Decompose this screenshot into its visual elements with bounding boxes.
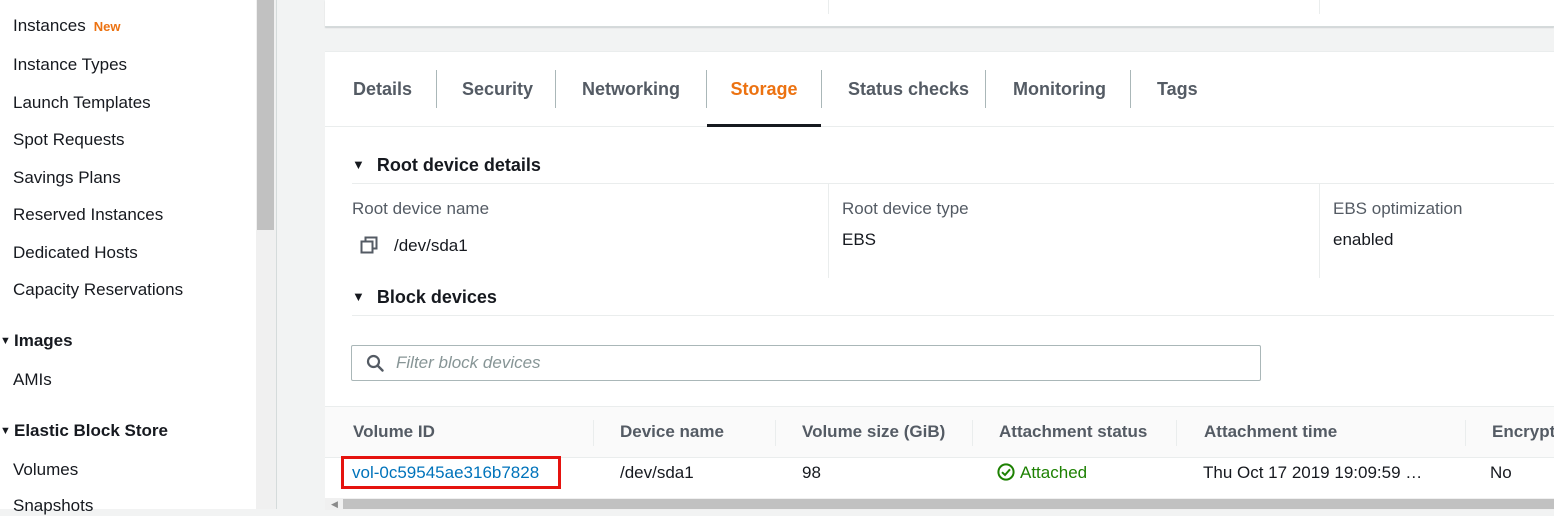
column-divider[interactable] [593, 420, 594, 446]
check-circle-icon [997, 463, 1015, 481]
divider [828, 184, 829, 278]
sidebar-item-dedicated-hosts[interactable]: Dedicated Hosts [13, 243, 138, 263]
column-header-device-name[interactable]: Device name [620, 407, 724, 457]
sidebar-item-capacity-reservations[interactable]: Capacity Reservations [13, 280, 183, 300]
sidebar-item-spot-requests[interactable]: Spot Requests [13, 130, 125, 150]
root-device-type-value: EBS [842, 230, 877, 249]
tab-storage[interactable]: Storage [707, 52, 821, 127]
table-horizontal-scrollbar[interactable]: ◀ [325, 498, 1554, 510]
instance-detail-panel: Details Security Networking Storage Stat… [325, 51, 1554, 510]
ebs-optimization-value: enabled [1333, 230, 1394, 249]
column-divider[interactable] [1176, 420, 1177, 446]
column-header-attachment-time[interactable]: Attachment time [1204, 407, 1337, 457]
section-title: Block devices [376, 287, 497, 307]
tab-divider [555, 70, 556, 108]
summary-card [325, 0, 1554, 27]
column-header-attachment-status[interactable]: Attachment status [999, 407, 1147, 457]
tab-monitoring[interactable]: Monitoring [1013, 52, 1106, 126]
sidebar-section-label: Elastic Block Store [14, 421, 169, 440]
divider [352, 315, 1554, 316]
sidebar-item-reserved-instances[interactable]: Reserved Instances [13, 205, 163, 225]
caret-down-icon: ▼ [352, 157, 365, 172]
column-divider[interactable] [1465, 420, 1466, 446]
tab-bar: Details Security Networking Storage Stat… [325, 52, 1554, 127]
tab-networking[interactable]: Networking [582, 52, 680, 126]
table-row-volume-size: 98 [802, 463, 821, 482]
tab-security[interactable]: Security [462, 52, 533, 126]
volume-id-link[interactable]: vol-0c59545ae316b7828 [352, 463, 539, 482]
table-row-attachment-time: Thu Oct 17 2019 19:09:59 … [1203, 463, 1423, 482]
tab-divider [436, 70, 437, 108]
block-devices-table-header: Volume ID Device name Volume size (GiB) … [325, 406, 1554, 458]
tab-divider [1130, 70, 1131, 108]
divider [1319, 0, 1320, 14]
table-row-volume-id: vol-0c59545ae316b7828 [352, 463, 539, 483]
sidebar-item-snapshots[interactable]: Snapshots [13, 496, 93, 516]
column-header-volume-size[interactable]: Volume size (GiB) [802, 407, 945, 457]
sidebar-section-images[interactable]: ▼ Images [0, 331, 73, 351]
copy-icon[interactable] [360, 236, 378, 254]
new-badge: New [93, 19, 121, 34]
filter-input[interactable] [396, 346, 1246, 380]
caret-down-icon: ▼ [0, 335, 11, 347]
sidebar-item-amis[interactable]: AMIs [13, 370, 52, 390]
table-row-device-name: /dev/sda1 [620, 463, 694, 482]
root-device-type-label: Root device type [842, 199, 969, 218]
column-divider[interactable] [775, 420, 776, 446]
table-row-attachment-status: Attached [997, 463, 1087, 483]
sidebar-item-volumes[interactable]: Volumes [13, 460, 78, 480]
ebs-optimization-label: EBS optimization [1333, 199, 1463, 218]
tab-details[interactable]: Details [353, 52, 412, 126]
scrollbar-thumb[interactable] [343, 499, 1554, 509]
status-text: Attached [1020, 463, 1088, 482]
sidebar-item-label: Instances [13, 16, 86, 35]
divider [1319, 184, 1320, 278]
caret-down-icon: ▼ [352, 289, 365, 304]
tab-divider [821, 70, 822, 108]
sidebar-section-label: Images [14, 331, 73, 350]
scroll-left-icon[interactable]: ◀ [331, 498, 338, 510]
sidebar-section-elastic-block-store[interactable]: ▼ Elastic Block Store [0, 421, 168, 441]
filter-block-devices[interactable] [351, 345, 1261, 381]
search-icon [366, 354, 384, 372]
section-title: Root device details [376, 155, 541, 175]
sidebar-item-instances[interactable]: Instances New [13, 16, 121, 36]
divider [352, 183, 1554, 184]
column-header-encrypted[interactable]: Encrypt [1492, 407, 1554, 457]
table-row-encrypted: No [1490, 463, 1512, 482]
column-header-volume-id[interactable]: Volume ID [353, 407, 435, 457]
tab-tags[interactable]: Tags [1157, 52, 1198, 126]
column-divider[interactable] [972, 420, 973, 446]
caret-down-icon: ▼ [0, 425, 11, 437]
sidebar-item-instance-types[interactable]: Instance Types [13, 55, 127, 75]
root-device-details-toggle[interactable]: ▼ Root device details [352, 155, 541, 176]
sidebar: Instances New Instance Types Launch Templ… [0, 0, 256, 515]
sidebar-item-savings-plans[interactable]: Savings Plans [13, 168, 121, 188]
block-devices-toggle[interactable]: ▼ Block devices [352, 287, 497, 308]
root-device-name-label: Root device name [352, 199, 490, 218]
sidebar-scrollbar-thumb[interactable] [257, 0, 274, 230]
divider [828, 0, 829, 14]
tab-divider [985, 70, 986, 108]
tab-status-checks[interactable]: Status checks [848, 52, 969, 126]
sidebar-item-launch-templates[interactable]: Launch Templates [13, 93, 151, 113]
root-device-name-value: /dev/sda1 [394, 236, 468, 255]
